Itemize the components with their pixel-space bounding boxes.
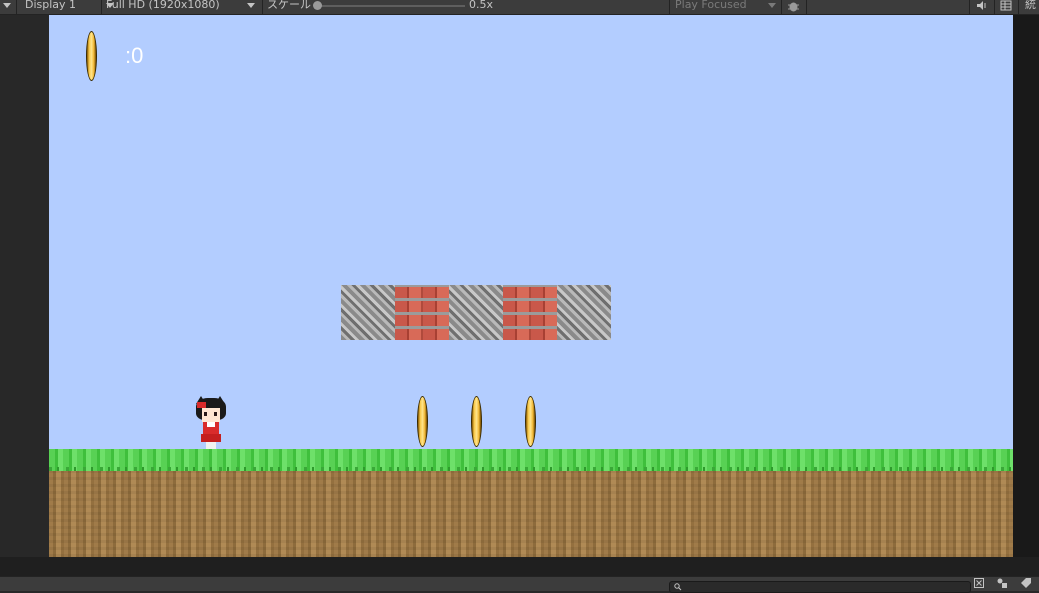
game-viewport[interactable]: :0 [49,15,1013,557]
left-menu-dropdown[interactable] [3,0,11,11]
stone-block [341,285,395,340]
right-gutter [1013,15,1039,557]
gizmos-grid-button[interactable] [1000,0,1012,14]
stats-button[interactable]: 統 [1025,0,1036,11]
coin-pickup [417,396,428,447]
floating-block-platform [341,285,611,340]
player-character [194,396,228,450]
divider [669,0,670,14]
divider [781,0,782,14]
player-ear [215,396,225,404]
divider [16,0,17,14]
speaker-icon [977,1,986,10]
bug-icon [788,2,799,12]
stone-block [557,285,611,340]
divider [994,0,995,14]
scale-slider-track[interactable] [317,5,465,7]
coin-pickup [471,396,482,447]
play-mode-dropdown[interactable]: Play Focused [675,0,777,11]
brick-block [395,285,449,340]
debug-bug-button[interactable] [787,0,800,15]
status-bar [0,576,1039,593]
dirt-ground [49,471,1013,557]
chevron-down-icon [3,2,11,8]
divider [806,0,807,14]
resolution-label: Full HD (1920x1080) [106,0,220,11]
coin-pickup [525,396,536,447]
display-label: Display 1 [25,0,77,11]
chevron-down-icon [768,2,777,8]
scale-slider-handle[interactable] [313,1,322,10]
scale-value: 0.5x [469,0,494,11]
bottom-panel [0,557,1039,576]
stone-block [449,285,503,340]
chevron-down-icon [247,2,256,8]
clear-search-button[interactable] [974,578,984,591]
game-view-toolbar: Display 1 Full HD (1920x1080) スケール 0.5x … [0,0,1039,15]
tag-icon [1021,578,1031,588]
brick-block [503,285,557,340]
search-input[interactable] [669,581,971,593]
left-gutter [0,15,49,557]
play-mode-label: Play Focused [675,0,747,11]
divider [1018,0,1019,14]
coin-counter: :0 [125,43,144,68]
scale-label: スケール [267,0,311,11]
player-skirt [201,434,221,442]
resolution-dropdown[interactable]: Full HD (1920x1080) [106,0,256,11]
divider [101,0,102,14]
grid-icon [1000,0,1012,11]
player-eye [214,412,217,416]
player-collar [207,422,215,427]
hud-coin-icon [86,31,97,81]
player-eye [204,412,207,416]
shapes-icon [997,578,1007,588]
divider [262,0,263,14]
divider [969,0,970,14]
close-box-icon [974,578,984,588]
mute-audio-button[interactable] [976,0,988,14]
